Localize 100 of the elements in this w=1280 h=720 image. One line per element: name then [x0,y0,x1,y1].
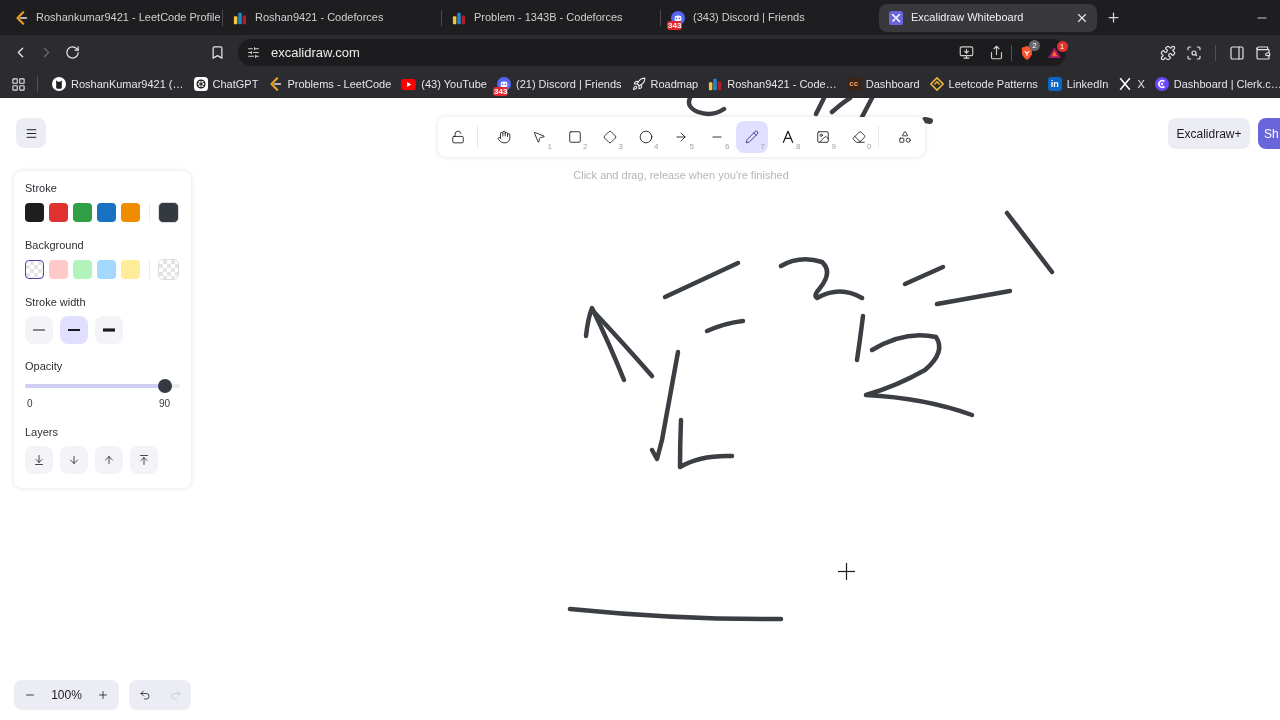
puzzle-icon [1160,44,1176,61]
excalidraw-logo-icon [889,10,903,25]
color-swatch[interactable] [73,260,92,279]
slider-value-label: 90 [158,397,171,410]
pen-stroke [1004,210,1055,275]
bookmark-item[interactable]: X [1113,73,1150,95]
menu-button[interactable] [16,118,46,148]
pencil-icon [745,130,759,144]
pointer-icon [532,130,546,144]
url-text[interactable]: excalidraw.com [271,42,360,63]
section-label: Stroke width [25,296,87,309]
plan-button[interactable]: Excalidraw+ [1168,118,1250,149]
bookmark-item[interactable]: Roshan9421 - Code… [703,73,842,95]
color-swatch[interactable] [49,260,68,279]
triangle-icon[interactable] [1046,46,1062,59]
cat-logo-icon [52,77,66,91]
knot-logo-icon [193,77,208,91]
browser-tab[interactable]: Roshan9421 - Codeforces [223,3,441,32]
browser-tab[interactable]: 343 (343) Discord | Friends [661,3,879,32]
browser-tab[interactable]: Excalidraw Whiteboard [879,3,1097,32]
menu-icon [24,126,38,140]
leetcode-logo-icon [268,77,283,91]
bookmark-item[interactable]: RoshanKumar9421 (… [47,73,189,95]
send-to-back-button[interactable] [25,446,53,474]
color-swatch[interactable] [49,203,68,222]
address-bar[interactable]: excalidraw.com 2 1 [238,39,1066,66]
color-swatch[interactable] [97,203,116,222]
bar-chart-logo-icon [708,77,723,91]
bookmark-icon [209,45,225,60]
color-swatch[interactable] [121,260,140,279]
sliders-icon[interactable] [247,46,260,59]
pen-stroke [859,98,875,120]
bookmark-item[interactable]: ChatGPT [188,73,264,95]
monogram-logo: in [1047,77,1062,91]
current-transparent-swatch[interactable] [158,259,179,280]
section-label: Layers [25,426,60,439]
notification-badge: 343 [493,87,509,96]
color-swatch[interactable] [121,203,140,222]
browser-tab[interactable]: Roshankumar9421 - LeetCode Profile [4,3,222,32]
monogram-logo: cc [846,77,861,91]
share-icon[interactable] [988,45,1004,60]
color-swatch[interactable] [73,203,92,222]
pen-stroke [829,98,853,115]
bring-to-front-button[interactable] [130,446,158,474]
arrow-down-icon [68,454,80,466]
current-color-swatch[interactable] [158,202,179,223]
bookmark-item[interactable]: 343 (21) Discord | Friends [492,73,627,95]
grid-icon [10,76,26,92]
pen-stroke [922,117,933,124]
square-icon [567,130,582,144]
shield-icon[interactable] [1020,44,1034,61]
bar-chart-logo-icon [452,10,466,25]
bring-forward-button[interactable] [95,446,123,474]
bookmark-item[interactable]: Dashboard | Clerk.c… [1149,73,1280,95]
bookmark-item[interactable]: (43) YouTube [396,73,492,95]
wallet-icon [1255,44,1271,61]
bookmark-item[interactable]: Roadmap [626,73,704,95]
x-logo-icon [1118,77,1133,91]
opacity-slider[interactable] [25,379,180,393]
monitor-download-icon[interactable] [958,45,974,60]
medium-line-icon [68,328,80,332]
bookmark-item[interactable]: Problems - LeetCode [263,73,397,95]
hand-icon [496,130,511,144]
pen-stroke [686,98,727,117]
section-label: Opacity [25,360,64,373]
slider-min-label: 0 [27,397,33,410]
new-tab-icon[interactable] [1106,10,1121,25]
shapes-icon [897,130,912,144]
transparent-swatch[interactable] [25,260,44,279]
letter-a-icon [780,130,795,144]
bookmark-item[interactable]: Leetcode Patterns [924,73,1043,95]
arrow-icon [674,130,688,144]
count-badge: 2 [1029,39,1040,51]
unlocked-padlock-icon [450,130,465,144]
diamond-icon [603,130,617,144]
send-backward-button[interactable] [60,446,88,474]
color-swatch[interactable] [97,260,116,279]
crosshair-cursor-icon [837,562,856,581]
eraser-icon [851,130,866,144]
thin-line-icon [33,328,45,332]
diamond-logo-icon [929,77,944,91]
arrow-down-to-line-icon [33,454,45,466]
play-logo-icon [401,78,417,90]
browser-tab[interactable]: Problem - 1343B - Codeforces [442,3,660,32]
slider-thumb[interactable] [157,379,172,393]
bookmark-item[interactable]: cc Dashboard [841,73,925,95]
color-swatch[interactable] [25,203,44,222]
hint-text: Click and drag, release when you're finished [573,168,789,183]
stroke-width-button[interactable] [95,316,123,344]
share-button[interactable]: Sh [1258,118,1280,149]
section-label: Background [25,239,85,252]
thick-line-icon [103,328,115,332]
circle-icon [638,130,653,144]
pen-stroke [704,318,746,334]
arrow-up-icon [103,454,115,466]
zoom-reset-button[interactable]: 100% [49,680,84,710]
panel-right-icon [1229,44,1245,61]
stroke-width-button[interactable] [60,316,88,344]
count-badge: 1 [1056,41,1068,52]
bookmark-item[interactable]: in LinkedIn [1042,73,1114,95]
